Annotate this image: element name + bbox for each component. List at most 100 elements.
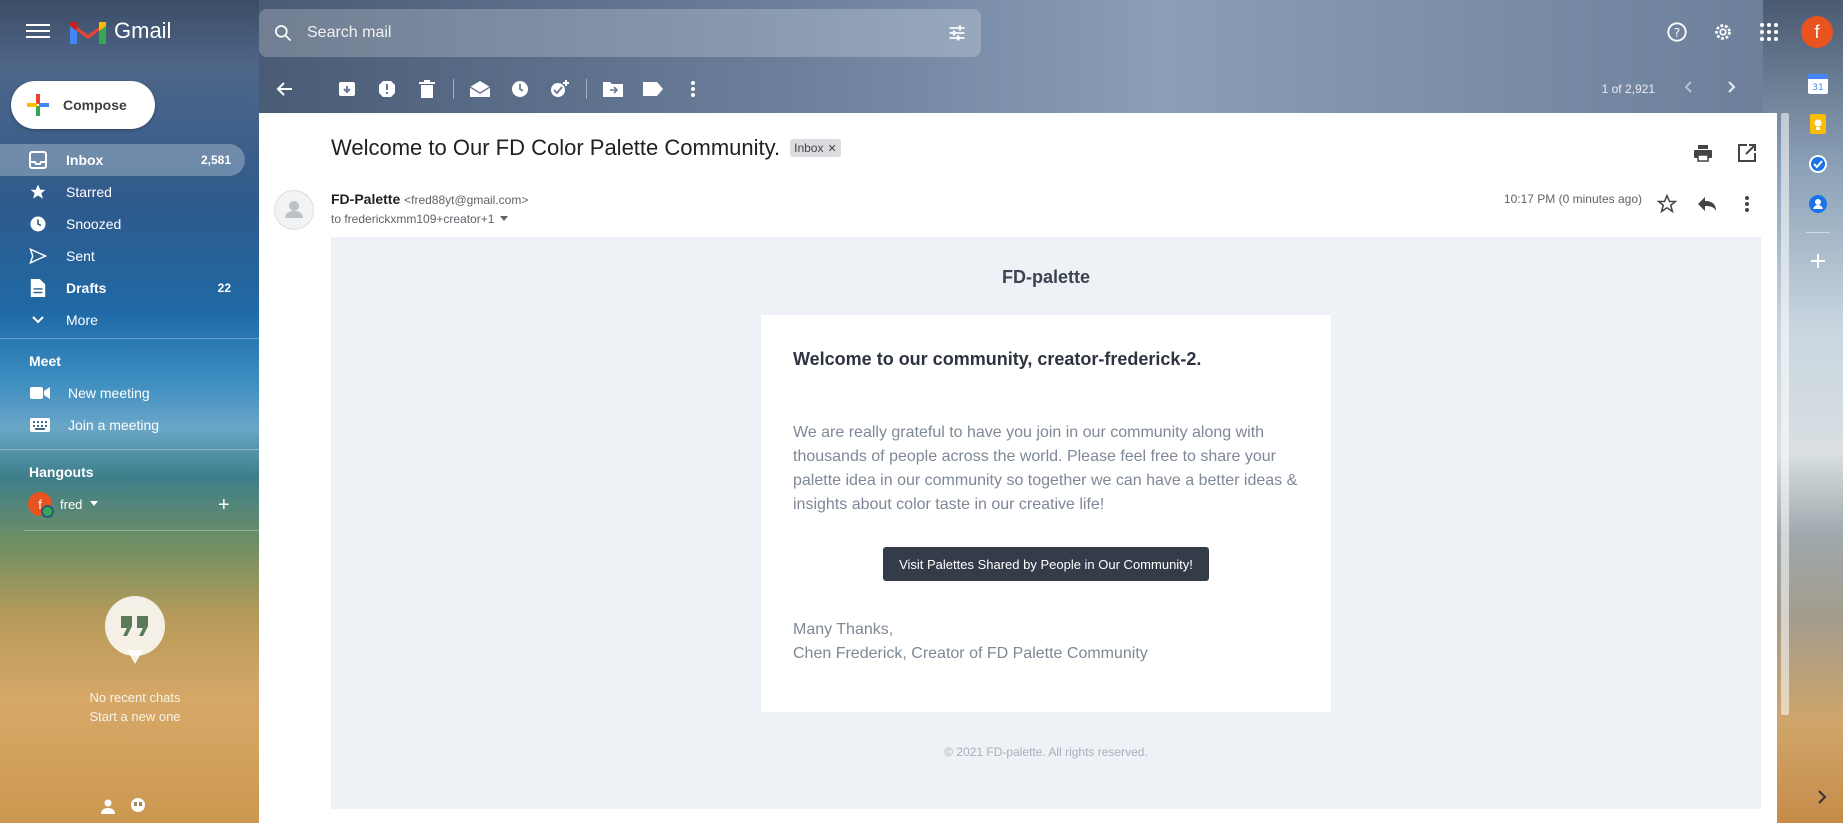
visit-palettes-button[interactable]: Visit Palettes Shared by People in Our C…	[883, 547, 1209, 581]
recipient-details-caret-icon[interactable]	[500, 216, 509, 222]
join-meeting-label: Join a meeting	[68, 417, 160, 433]
sender-avatar[interactable]	[274, 190, 314, 230]
sidebar-item-snoozed[interactable]: Snoozed	[0, 208, 245, 240]
mark-unread-icon[interactable]	[460, 69, 500, 109]
sidebar-divider	[24, 530, 260, 531]
hangouts-username: fred	[60, 496, 83, 512]
label-chip-text: Inbox	[794, 141, 824, 155]
svg-text:31: 31	[1812, 83, 1823, 93]
sender-line: FD-Palette <fred88yt@gmail.com>	[331, 191, 528, 207]
more-vert-icon[interactable]	[1727, 184, 1767, 224]
email-brand-title: FD-palette	[1001, 267, 1090, 287]
new-meeting-link[interactable]: New meeting	[28, 377, 150, 409]
send-icon	[28, 246, 48, 266]
email-subject-row: Welcome to Our FD Color Palette Communit…	[331, 135, 841, 161]
sidebar-item-sent[interactable]: Sent	[0, 240, 245, 272]
sender-email: <fred88yt@gmail.com>	[404, 193, 529, 207]
back-arrow-icon[interactable]	[265, 69, 305, 109]
recipient-line[interactable]: to frederickxmm109+creator+1	[331, 212, 509, 226]
star-outline-icon[interactable]	[1647, 184, 1687, 224]
recipient-text: to frederickxmm109+creator+1	[331, 212, 495, 226]
email-view: Welcome to Our FD Color Palette Communit…	[259, 113, 1777, 823]
snooze-clock-icon[interactable]	[500, 69, 540, 109]
hangouts-avatar: f	[28, 492, 54, 518]
message-toolbar: 1 of 2,921	[259, 64, 1777, 113]
older-chevron-icon[interactable]	[1727, 81, 1737, 96]
settings-gear-icon[interactable]	[1703, 12, 1743, 52]
gmail-logo[interactable]: Gmail	[70, 18, 171, 44]
sidebar-item-drafts[interactable]: Drafts 22	[0, 272, 245, 304]
hangouts-icon[interactable]	[130, 798, 146, 819]
person-icon[interactable]	[100, 798, 116, 819]
side-panel: 31	[1793, 72, 1843, 273]
subject-actions	[1683, 133, 1767, 173]
bottom-icons	[100, 798, 146, 819]
compose-label: Compose	[63, 97, 127, 113]
archive-icon[interactable]	[327, 69, 367, 109]
remove-label-icon[interactable]: ✕	[827, 142, 836, 155]
drafts-count: 22	[217, 281, 231, 295]
email-heading: Welcome to our community, creator-freder…	[793, 349, 1202, 369]
message-actions	[1647, 184, 1767, 224]
sidebar-item-inbox[interactable]: Inbox 2,581	[0, 144, 245, 176]
label-tag-icon[interactable]	[633, 69, 673, 109]
get-addons-plus-icon[interactable]	[1806, 249, 1830, 273]
start-new-chat-link[interactable]: Start a new one	[0, 709, 270, 724]
contacts-icon[interactable]	[1806, 192, 1830, 216]
add-to-tasks-icon[interactable]	[540, 69, 580, 109]
search-bar[interactable]	[259, 9, 981, 57]
calendar-icon[interactable]: 31	[1806, 72, 1830, 96]
keep-icon[interactable]	[1806, 112, 1830, 136]
apps-grid-icon[interactable]	[1749, 12, 1789, 52]
top-bar: Gmail ? f	[0, 0, 1843, 64]
sidebar-item-label: Inbox	[66, 152, 104, 168]
scrollbar[interactable]	[1781, 113, 1789, 715]
newer-chevron-icon[interactable]	[1683, 81, 1693, 96]
no-recent-chats: No recent chats	[89, 690, 181, 705]
move-to-folder-icon[interactable]	[593, 69, 633, 109]
support-icon[interactable]: ?	[1657, 12, 1697, 52]
show-side-panel-chevron-icon[interactable]	[1817, 790, 1827, 809]
svg-text:?: ?	[1674, 26, 1680, 40]
inbox-icon	[28, 150, 48, 170]
star-icon	[28, 182, 48, 202]
join-meeting-link[interactable]: Join a meeting	[28, 409, 159, 441]
sidebar-item-starred[interactable]: Starred	[0, 176, 245, 208]
inbox-label-chip[interactable]: Inbox ✕	[790, 139, 841, 157]
hangouts-bubble-tail	[127, 650, 143, 664]
hangouts-quote-icon	[105, 596, 165, 656]
sender-name[interactable]: FD-Palette	[331, 191, 400, 207]
meet-heading: Meet	[29, 353, 61, 369]
search-input[interactable]	[307, 24, 933, 42]
pagination-text: 1 of 2,921	[1601, 81, 1655, 96]
chevron-down-icon	[28, 310, 48, 330]
tasks-icon[interactable]	[1806, 152, 1830, 176]
main-menu-icon[interactable]	[24, 20, 52, 44]
toolbar-separator	[453, 78, 454, 99]
side-panel-divider	[1806, 232, 1830, 233]
account-avatar[interactable]: f	[1801, 16, 1833, 48]
gmail-m-icon	[70, 22, 106, 44]
new-meeting-label: New meeting	[68, 385, 150, 401]
report-spam-icon[interactable]	[367, 69, 407, 109]
open-new-window-icon[interactable]	[1727, 133, 1767, 173]
toolbar-separator	[586, 78, 587, 99]
search-options-icon[interactable]	[933, 9, 981, 57]
search-icon[interactable]	[259, 9, 307, 57]
reply-icon[interactable]	[1687, 184, 1727, 224]
email-intro-paragraph: We are really grateful to have you join …	[793, 424, 1298, 513]
new-chat-plus-icon[interactable]: +	[218, 494, 230, 517]
sidebar-divider	[0, 338, 259, 339]
sidebar-item-label: Sent	[66, 248, 95, 264]
email-footer: © 2021 FD-palette. All rights reserved.	[944, 745, 1148, 759]
sidebar-item-label: Snoozed	[66, 216, 122, 232]
more-vert-icon[interactable]	[673, 69, 713, 109]
sidebar-divider	[0, 449, 259, 450]
video-camera-icon	[28, 383, 52, 403]
compose-button[interactable]: Compose	[11, 81, 155, 129]
delete-trash-icon[interactable]	[407, 69, 447, 109]
compose-plus-icon	[27, 94, 49, 116]
sidebar-item-more[interactable]: More	[0, 304, 245, 336]
print-icon[interactable]	[1683, 133, 1723, 173]
hangouts-user[interactable]: f fred	[28, 492, 99, 518]
